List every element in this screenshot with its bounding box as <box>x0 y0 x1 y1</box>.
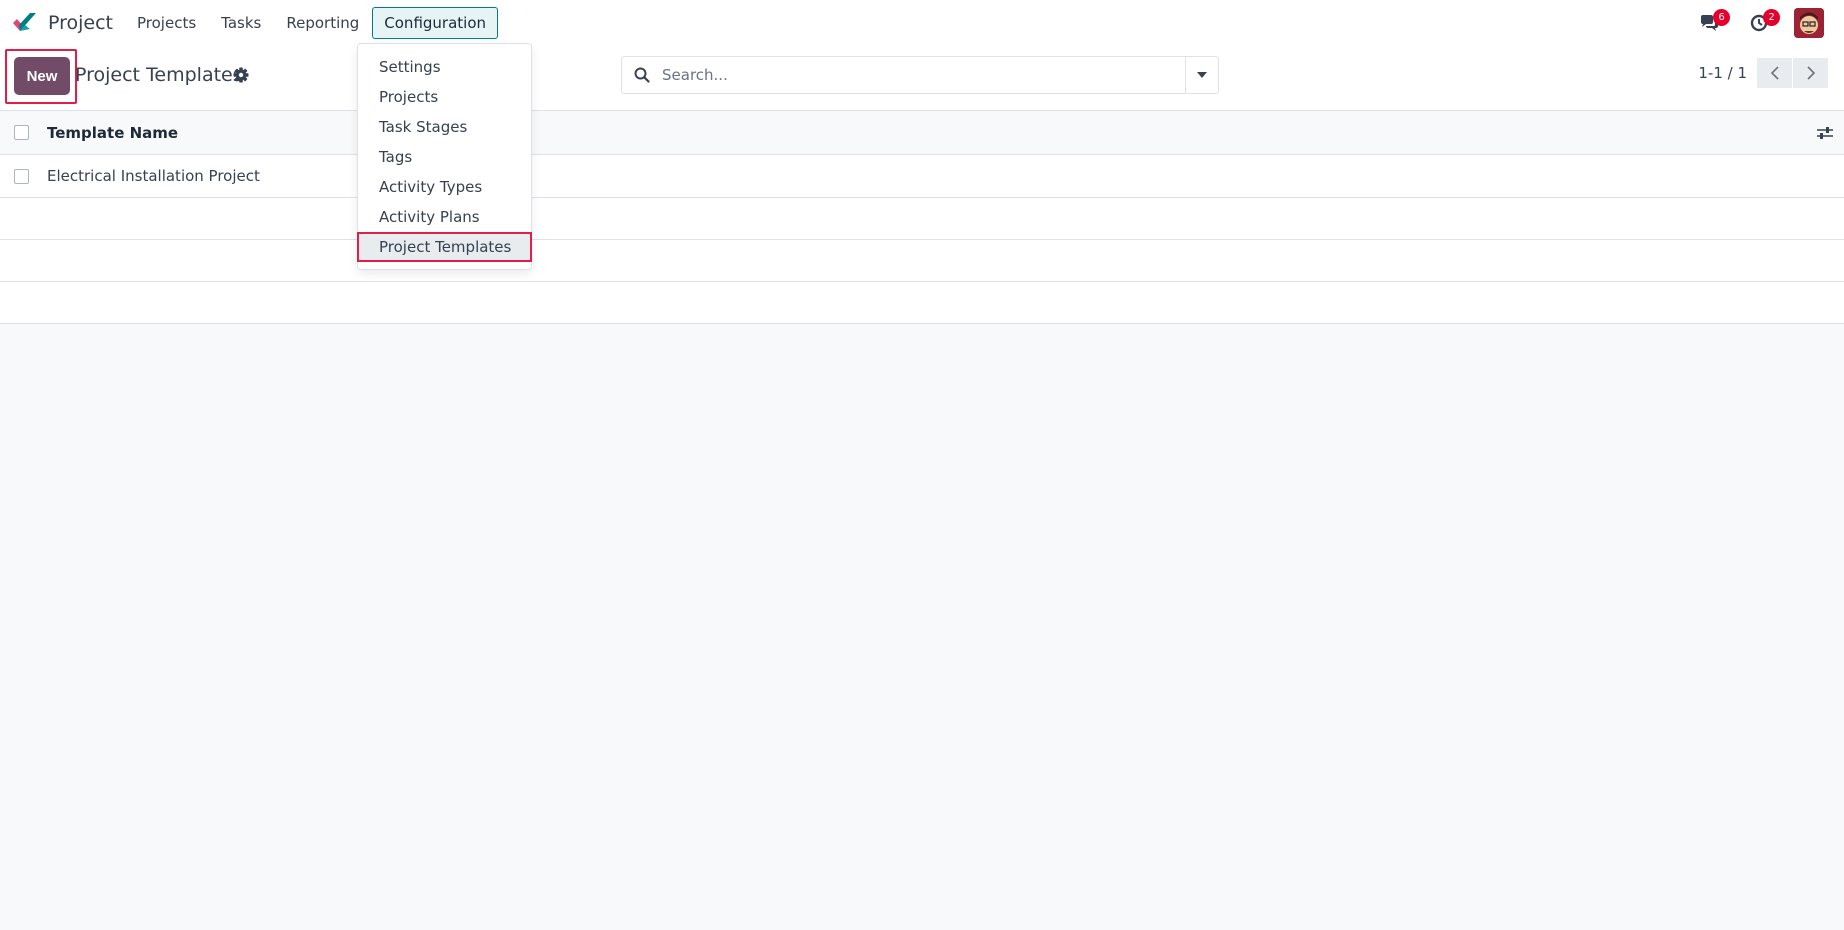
search-input[interactable] <box>662 66 1162 84</box>
page-title: Project Templates <box>75 64 243 86</box>
pager-next-button[interactable] <box>1793 58 1828 88</box>
template-name-cell[interactable]: Electrical Installation Project <box>47 167 260 185</box>
app-name[interactable]: Project <box>48 12 113 34</box>
select-all-checkbox[interactable] <box>14 125 29 140</box>
dropdown-item-project-templates[interactable]: Project Templates <box>357 232 532 262</box>
search-options-toggle[interactable] <box>1185 57 1218 93</box>
caret-down-icon <box>1197 72 1207 78</box>
menu-configuration[interactable]: Configuration <box>372 7 499 39</box>
dropdown-item-projects[interactable]: Projects <box>358 82 531 112</box>
project-logo-icon <box>12 11 38 35</box>
empty-row <box>0 240 1844 282</box>
systray: 6 2 <box>1674 0 1824 46</box>
new-button[interactable]: New <box>14 57 70 95</box>
list-header: Template Name <box>0 111 1844 155</box>
configuration-dropdown: Settings Projects Task Stages Tags Activ… <box>357 43 532 270</box>
pager-value[interactable]: 1-1 / 1 <box>1698 64 1747 82</box>
dropdown-item-activity-plans[interactable]: Activity Plans <box>358 202 531 232</box>
dropdown-item-settings[interactable]: Settings <box>358 52 531 82</box>
gear-icon[interactable] <box>232 66 250 84</box>
app-brand[interactable]: Project <box>12 11 113 35</box>
dropdown-item-activity-types[interactable]: Activity Types <box>358 172 531 202</box>
list-view: Template Name Electrical Installation Pr… <box>0 111 1844 324</box>
sliders-icon[interactable] <box>1816 124 1834 142</box>
chevron-right-icon <box>1806 66 1815 80</box>
dropdown-item-tags[interactable]: Tags <box>358 142 531 172</box>
table-row[interactable]: Electrical Installation Project <box>0 155 1844 198</box>
pager: 1-1 / 1 <box>1698 58 1828 88</box>
control-panel: New Project Templates 1-1 / 1 <box>0 46 1844 111</box>
activities-badge: 2 <box>1763 9 1780 26</box>
menu-projects[interactable]: Projects <box>125 7 208 39</box>
menu-reporting[interactable]: Reporting <box>274 7 371 39</box>
main-menu: Projects Tasks Reporting Configuration <box>125 7 499 39</box>
pager-previous-button[interactable] <box>1757 58 1792 88</box>
dropdown-item-task-stages[interactable]: Task Stages <box>358 112 531 142</box>
empty-row <box>0 282 1844 324</box>
chevron-left-icon <box>1770 66 1779 80</box>
search-bar <box>621 56 1219 94</box>
top-navbar: Project Projects Tasks Reporting Configu… <box>0 0 1844 46</box>
menu-tasks[interactable]: Tasks <box>209 7 273 39</box>
activities-button[interactable]: 2 <box>1744 8 1780 38</box>
row-checkbox[interactable] <box>14 168 29 184</box>
user-avatar[interactable] <box>1794 8 1824 38</box>
column-header-template-name[interactable]: Template Name <box>47 124 178 142</box>
messages-badge: 6 <box>1713 9 1730 26</box>
messages-button[interactable]: 6 <box>1694 8 1730 38</box>
empty-row <box>0 198 1844 240</box>
search-icon <box>634 67 650 83</box>
